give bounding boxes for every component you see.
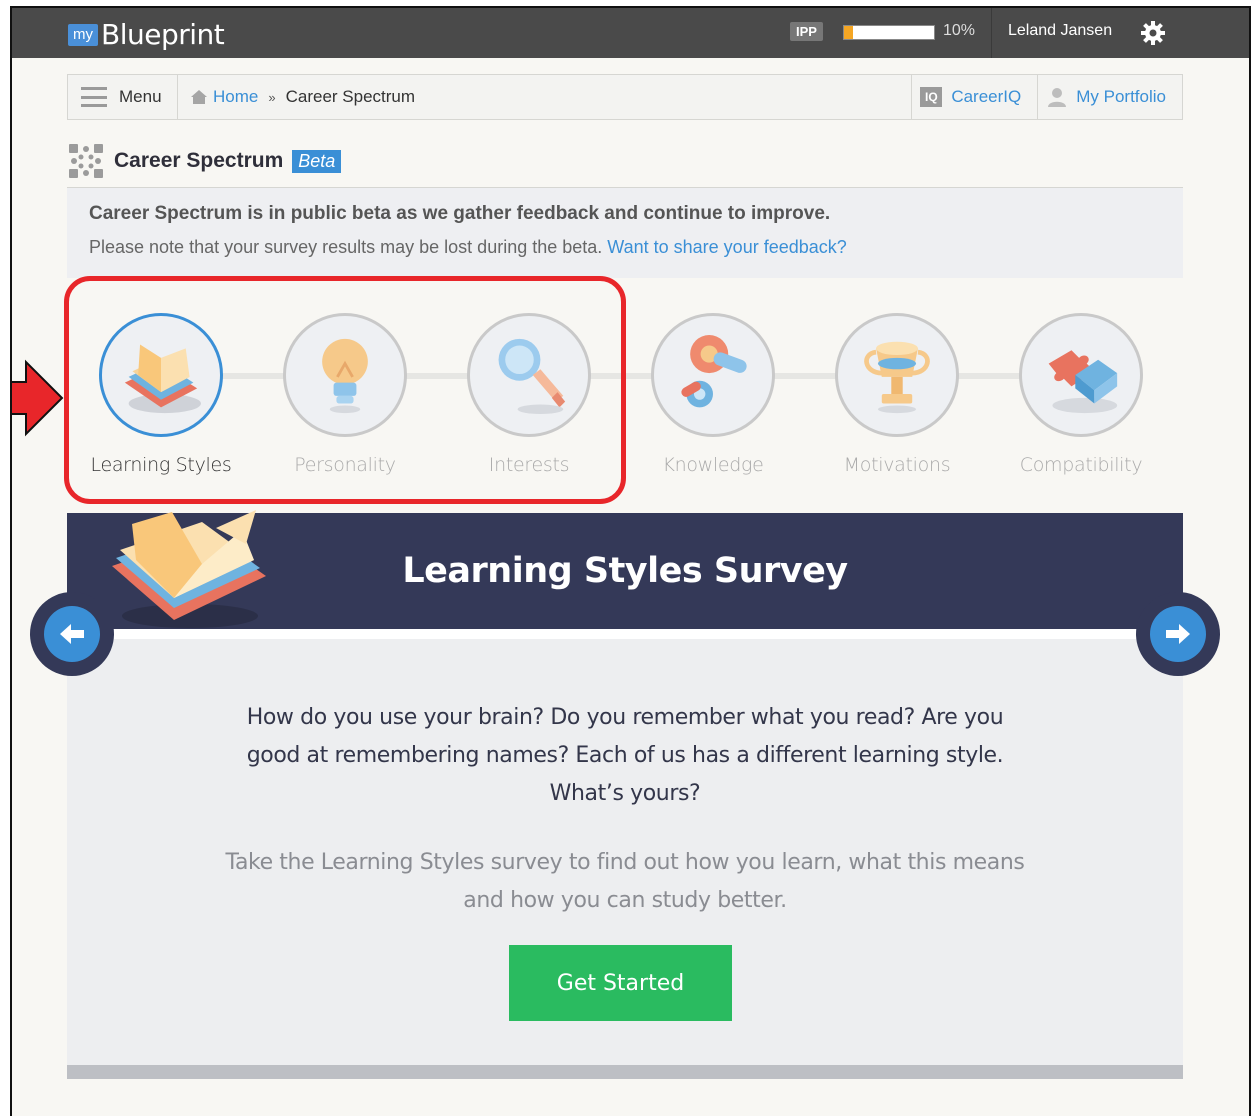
app-frame: my Blueprint IPP 10% Leland Jansen Menu … bbox=[10, 6, 1251, 1116]
notice-headline: Career Spectrum is in public beta as we … bbox=[89, 203, 831, 224]
breadcrumb: Home » Career Spectrum bbox=[190, 87, 415, 107]
gears-icon bbox=[681, 335, 747, 408]
book-illustration-icon bbox=[112, 510, 266, 628]
page-title: Career Spectrum bbox=[114, 149, 284, 172]
breadcrumb-separator: » bbox=[268, 89, 276, 105]
ipp-progress-bar bbox=[843, 25, 935, 40]
step-motivations[interactable]: Motivations bbox=[805, 308, 989, 476]
breadcrumb-home-link[interactable]: Home bbox=[213, 87, 258, 107]
banner-divider bbox=[67, 629, 1183, 639]
gear-icon[interactable] bbox=[1140, 20, 1166, 46]
careeriq-label: CareerIQ bbox=[951, 87, 1022, 106]
hamburger-icon bbox=[81, 87, 107, 107]
trophy-icon bbox=[864, 341, 930, 414]
notice-body: Please note that your survey results may… bbox=[89, 237, 1161, 258]
nav-bar: Menu Home » Career Spectrum IQ CareerIQ … bbox=[67, 74, 1183, 120]
get-started-button[interactable]: Get Started bbox=[509, 945, 732, 1021]
survey-question: How do you use your brain? Do you rememb… bbox=[246, 705, 1004, 806]
nav-right-links: IQ CareerIQ My Portfolio bbox=[911, 75, 1182, 119]
step-circle bbox=[835, 313, 959, 437]
annotation-arrow-icon bbox=[12, 359, 64, 437]
ipp-badge[interactable]: IPP bbox=[790, 22, 823, 41]
step-knowledge[interactable]: Knowledge bbox=[621, 308, 805, 476]
step-circle bbox=[1019, 313, 1143, 437]
person-icon bbox=[1048, 88, 1067, 107]
previous-survey-button[interactable] bbox=[30, 592, 114, 676]
next-survey-circle bbox=[1150, 606, 1206, 662]
next-survey-button[interactable] bbox=[1136, 592, 1220, 676]
top-bar: my Blueprint IPP 10% Leland Jansen bbox=[12, 8, 1249, 58]
highlight-annotation bbox=[64, 276, 626, 504]
step-label: Motivations bbox=[843, 454, 951, 476]
careeriq-icon: IQ bbox=[920, 87, 943, 107]
page-title-row: Career Spectrum Beta bbox=[67, 142, 342, 180]
career-spectrum-icon bbox=[69, 144, 103, 178]
step-compatibility[interactable]: Compatibility bbox=[989, 308, 1173, 476]
ipp-percent: 10% bbox=[943, 22, 976, 39]
arrow-right-icon bbox=[1166, 624, 1190, 644]
logo-my-badge: my bbox=[68, 23, 98, 46]
ipp-progress-fill bbox=[844, 26, 853, 39]
beta-badge: Beta bbox=[292, 149, 342, 173]
logo-name: Blueprint bbox=[101, 18, 225, 51]
menu-button[interactable]: Menu bbox=[68, 75, 178, 119]
step-label: Compatibility bbox=[1019, 454, 1143, 476]
topbar-divider bbox=[991, 8, 992, 58]
survey-footer-bar bbox=[67, 1065, 1183, 1079]
logo[interactable]: my Blueprint bbox=[68, 18, 225, 51]
notice-text: Please note that your survey results may… bbox=[89, 237, 603, 257]
survey-description: Take the Learning Styles survey to find … bbox=[225, 850, 1025, 913]
user-name[interactable]: Leland Jansen bbox=[1008, 22, 1112, 40]
step-label: Knowledge bbox=[662, 454, 764, 476]
feedback-link[interactable]: Want to share your feedback? bbox=[607, 237, 846, 257]
my-portfolio-label: My Portfolio bbox=[1076, 87, 1166, 106]
arrow-left-icon bbox=[60, 624, 84, 644]
my-portfolio-link[interactable]: My Portfolio bbox=[1037, 75, 1182, 119]
menu-label: Menu bbox=[119, 87, 162, 106]
beta-notice: Career Spectrum is in public beta as we … bbox=[67, 188, 1183, 278]
careeriq-link[interactable]: IQ CareerIQ bbox=[911, 75, 1037, 119]
previous-survey-circle bbox=[44, 606, 100, 662]
survey-body: How do you use your brain? Do you rememb… bbox=[67, 639, 1183, 1065]
breadcrumb-current: Career Spectrum bbox=[285, 87, 416, 106]
puzzle-icon bbox=[1048, 350, 1118, 414]
home-icon bbox=[191, 90, 207, 104]
step-circle bbox=[651, 313, 775, 437]
